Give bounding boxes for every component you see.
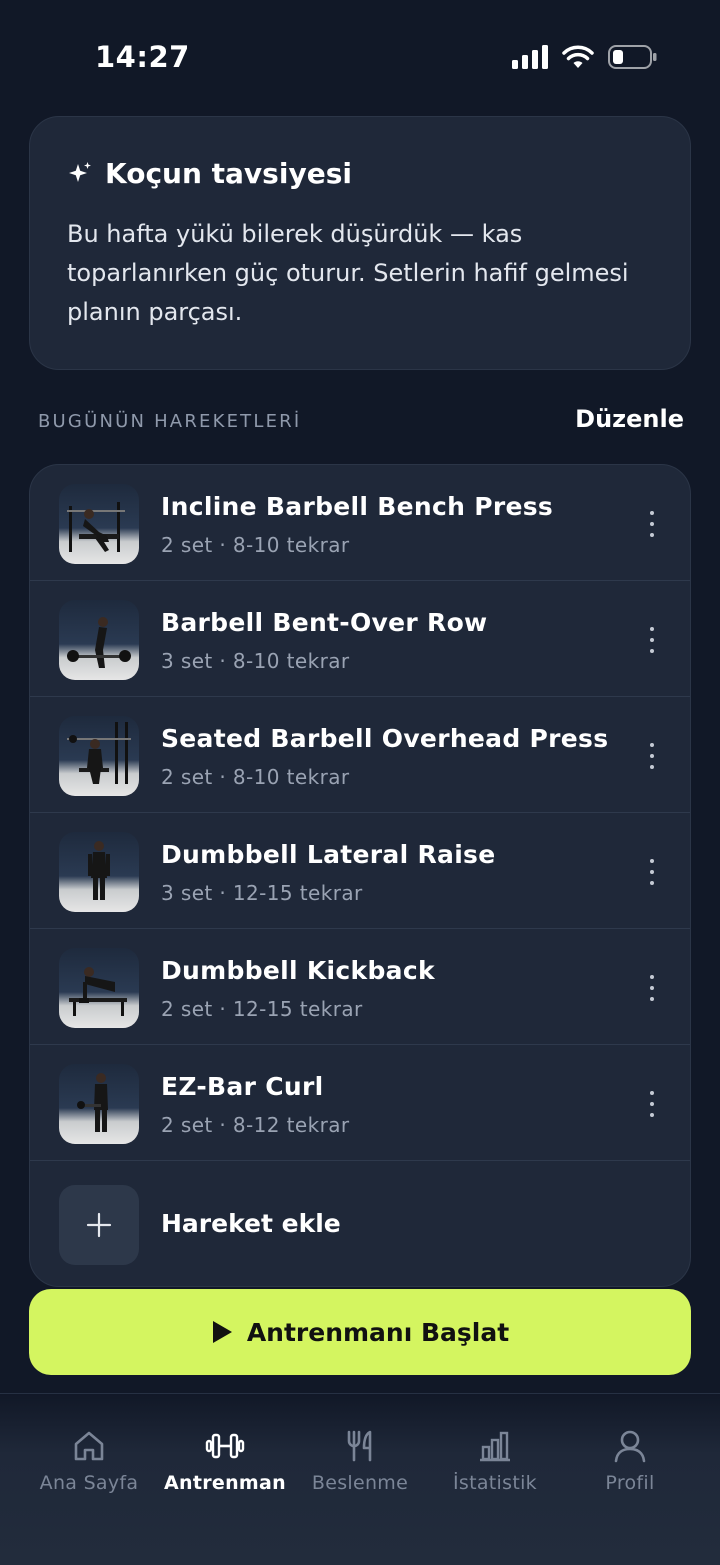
start-workout-button[interactable]: Antrenmanı Başlat [29, 1289, 691, 1375]
plus-icon [59, 1185, 139, 1265]
add-exercise-label: Hareket ekle [161, 1209, 341, 1238]
tab-bar: Ana Sayfa Antrenman Beslenme İstatistik … [0, 1393, 720, 1565]
tab-nutrition[interactable]: Beslenme [292, 1426, 428, 1506]
tab-profile[interactable]: Profil [562, 1426, 698, 1506]
exercise-row[interactable]: Barbell Bent-Over Row 3 set · 8-10 tekra… [30, 581, 690, 697]
tab-label: Ana Sayfa [39, 1472, 139, 1494]
exercise-row[interactable]: Seated Barbell Overhead Press 2 set · 8-… [30, 697, 690, 813]
tab-workout[interactable]: Antrenman [157, 1426, 293, 1506]
tab-home[interactable]: Ana Sayfa [21, 1426, 157, 1506]
status-time: 14:27 [95, 40, 190, 74]
exercise-thumbnail [59, 484, 139, 564]
more-options-icon[interactable] [642, 507, 662, 541]
fork-knife-icon [347, 1430, 372, 1462]
tab-label: Antrenman [164, 1472, 286, 1494]
exercise-row[interactable]: Dumbbell Kickback 2 set · 12-15 tekrar [30, 929, 690, 1045]
exercise-meta: 3 set · 8-10 tekrar [161, 649, 350, 673]
exercise-name: Seated Barbell Overhead Press [161, 724, 609, 753]
start-workout-label: Antrenmanı Başlat [246, 1317, 510, 1347]
coach-title-text: Koçun tavsiyesi [105, 157, 352, 190]
exercise-name: EZ-Bar Curl [161, 1072, 324, 1101]
exercise-row[interactable]: Dumbbell Lateral Raise 3 set · 12-15 tek… [30, 813, 690, 929]
exercise-thumbnail [59, 832, 139, 912]
wifi-icon [562, 45, 594, 68]
user-icon [614, 1430, 646, 1463]
exercise-meta: 2 set · 8-12 tekrar [161, 1113, 350, 1137]
exercise-name: Barbell Bent-Over Row [161, 608, 488, 637]
more-options-icon[interactable] [642, 623, 662, 657]
add-exercise-button[interactable]: Hareket ekle [30, 1163, 690, 1286]
exercise-thumbnail [59, 1064, 139, 1144]
exercise-name: Dumbbell Kickback [161, 956, 435, 985]
tab-label: İstatistik [453, 1472, 537, 1494]
home-icon [74, 1431, 104, 1461]
edit-button[interactable]: Düzenle [575, 405, 684, 433]
exercise-thumbnail [59, 600, 139, 680]
more-options-icon[interactable] [642, 1087, 662, 1121]
play-icon [212, 1321, 232, 1343]
exercise-thumbnail [59, 948, 139, 1028]
exercise-thumbnail [59, 716, 139, 796]
battery-icon [608, 45, 657, 69]
sparkle-icon [69, 161, 91, 182]
status-icons [512, 44, 658, 70]
tab-label: Profil [605, 1472, 655, 1494]
exercise-meta: 2 set · 8-10 tekrar [161, 765, 350, 789]
tab-label: Beslenme [311, 1472, 409, 1494]
exercise-meta: 2 set · 8-10 tekrar [161, 533, 350, 557]
dumbbell-icon [205, 1433, 245, 1459]
more-options-icon[interactable] [642, 739, 662, 773]
tab-statistics[interactable]: İstatistik [427, 1426, 563, 1506]
section-label: BUGÜNÜN HAREKETLERİ [38, 411, 302, 432]
exercise-list: Incline Barbell Bench Press 2 set · 8-10… [29, 464, 691, 1287]
exercise-row[interactable]: EZ-Bar Curl 2 set · 8-12 tekrar [30, 1045, 690, 1161]
exercise-meta: 3 set · 12-15 tekrar [161, 881, 363, 905]
bar-chart-icon [480, 1431, 510, 1462]
exercise-name: Dumbbell Lateral Raise [161, 840, 496, 869]
exercise-meta: 2 set · 12-15 tekrar [161, 997, 363, 1021]
more-options-icon[interactable] [642, 971, 662, 1005]
signal-icon [512, 45, 548, 69]
exercise-name: Incline Barbell Bench Press [161, 492, 554, 521]
coach-body-text: Bu hafta yükü bilerek düşürdük — kas top… [67, 220, 629, 326]
more-options-icon[interactable] [642, 855, 662, 889]
exercise-row[interactable]: Incline Barbell Bench Press 2 set · 8-10… [30, 465, 690, 581]
status-bar: 14:27 [0, 0, 720, 116]
coach-title: Koçun tavsiyesi [67, 157, 352, 190]
coach-advice-card: Koçun tavsiyesi Bu hafta yükü bilerek dü… [29, 116, 691, 370]
